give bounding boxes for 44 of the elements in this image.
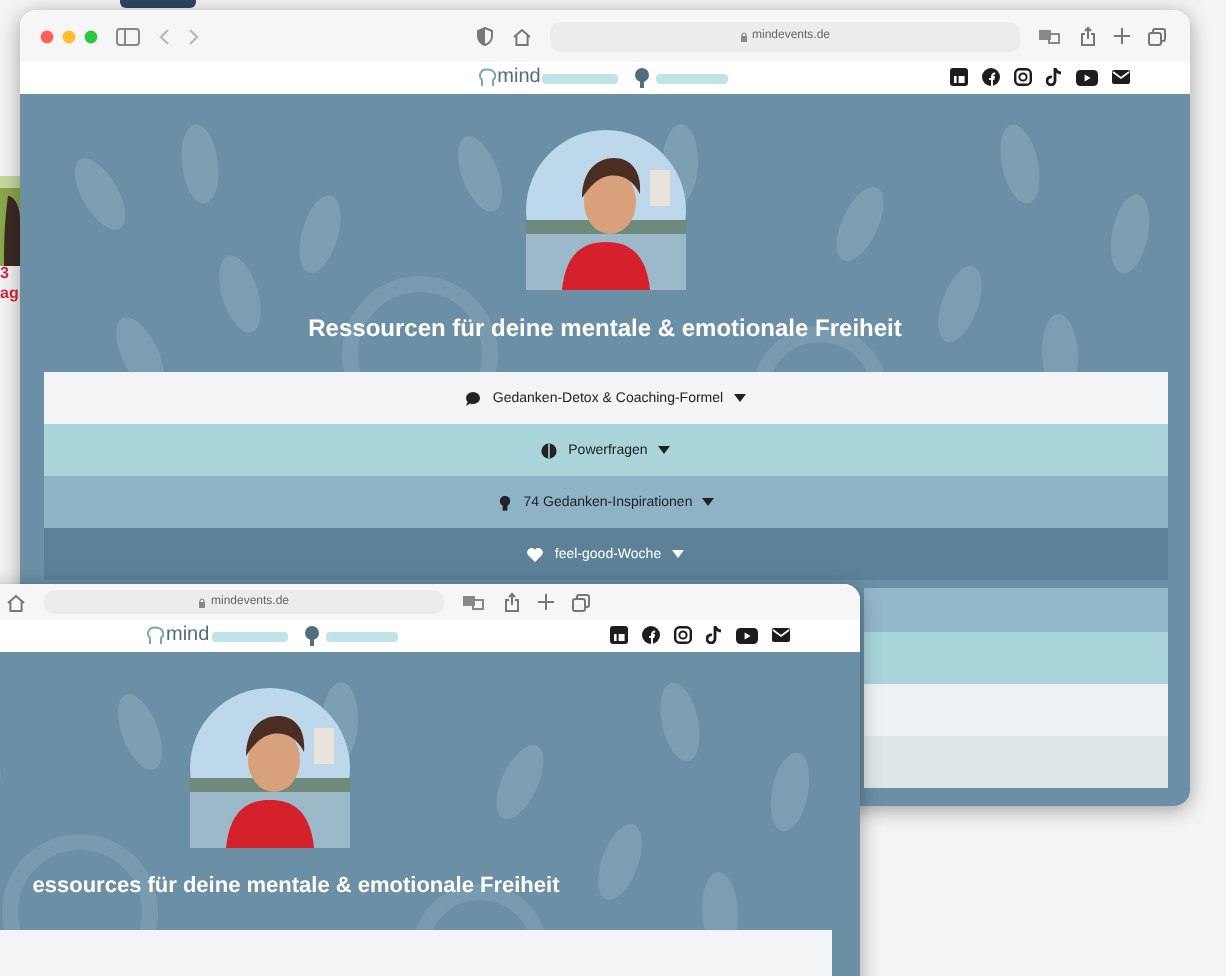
- headline-text: ag: [0, 284, 21, 304]
- close-button[interactable]: [40, 29, 54, 43]
- lock-icon: [739, 31, 748, 41]
- logo-text: mind: [166, 624, 210, 648]
- speech-bubble-icon: [464, 389, 483, 407]
- video-play-icon[interactable]: [1076, 69, 1098, 85]
- music-note-icon[interactable]: [706, 626, 722, 644]
- lightbulb-icon: [495, 493, 514, 511]
- home-icon[interactable]: [512, 27, 532, 45]
- sidebar-icon[interactable]: [116, 27, 140, 45]
- logo-text: mind: [497, 66, 541, 90]
- brain-icon: [540, 441, 559, 459]
- mail-icon[interactable]: [772, 628, 790, 642]
- page-heading: essources für deine mentale & emotionale Freiheit: [32, 872, 560, 900]
- share-icon[interactable]: [1080, 26, 1096, 46]
- linkedin-icon[interactable]: [610, 626, 628, 644]
- translate-icon[interactable]: [462, 594, 486, 610]
- page-heading: Ressourcen für deine mentale & emotionale Freiheit: [308, 314, 902, 342]
- tabs-icon[interactable]: [1148, 27, 1166, 45]
- heart-icon: [526, 545, 545, 563]
- caret-icon: [733, 394, 746, 402]
- shield-icon[interactable]: [476, 26, 494, 46]
- linkedin-icon[interactable]: [950, 68, 968, 86]
- caret-icon: [702, 498, 715, 506]
- music-note-icon[interactable]: [1046, 68, 1062, 86]
- head-icon: [477, 68, 496, 88]
- instagram-icon[interactable]: [674, 626, 692, 644]
- home-icon[interactable]: [6, 593, 26, 611]
- headline-text: 3: [0, 264, 11, 284]
- share-icon[interactable]: [504, 592, 520, 612]
- video-play-icon[interactable]: [736, 627, 758, 643]
- mail-icon[interactable]: [1112, 70, 1130, 84]
- caret-icon: [671, 550, 684, 558]
- category-button[interactable]: [120, 0, 196, 8]
- facebook-icon[interactable]: [642, 626, 660, 644]
- plus-icon[interactable]: [538, 594, 554, 610]
- lock-icon: [198, 597, 207, 607]
- translate-icon[interactable]: [1038, 28, 1062, 44]
- plus-icon[interactable]: [1114, 28, 1130, 44]
- caret-icon: [657, 446, 670, 454]
- instagram-icon[interactable]: [1014, 68, 1032, 86]
- tabs-icon[interactable]: [572, 593, 590, 611]
- facebook-icon[interactable]: [982, 68, 1000, 86]
- head-icon: [146, 626, 164, 646]
